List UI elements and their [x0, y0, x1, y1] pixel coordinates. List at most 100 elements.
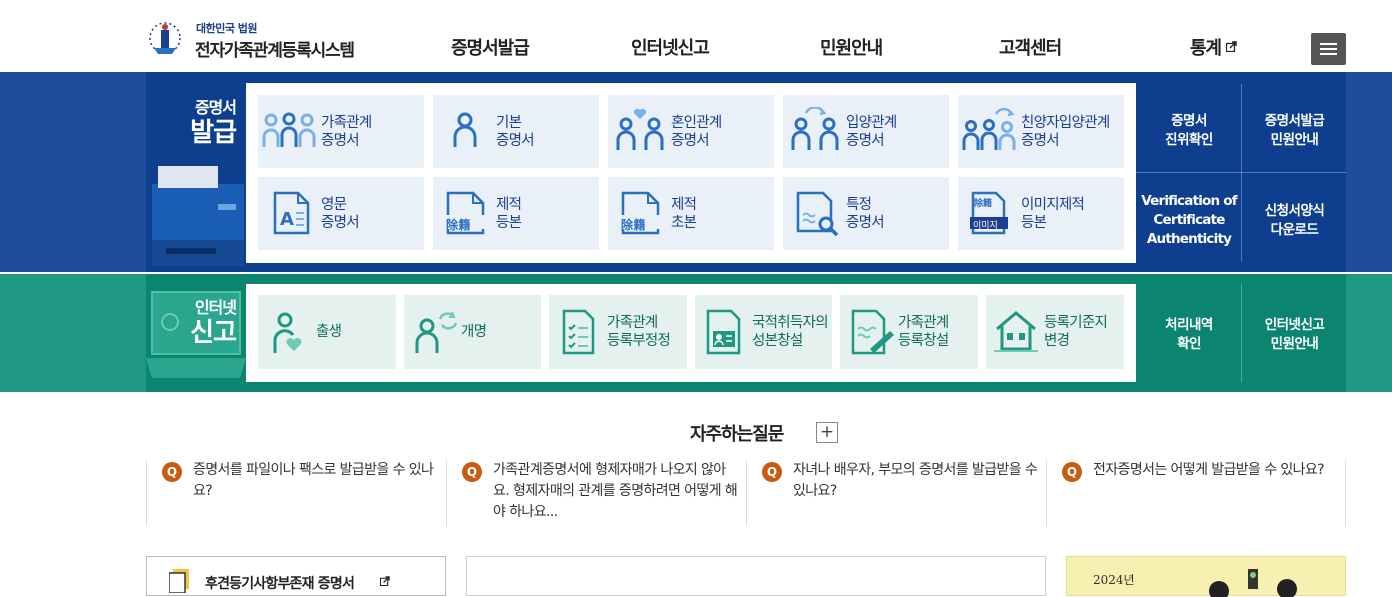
promo-banner[interactable]: 2024년 — [1066, 556, 1346, 597]
person-icon — [453, 112, 477, 147]
question-badge-icon: Q — [462, 462, 482, 482]
notice-box — [466, 556, 1046, 596]
side-divider — [1241, 284, 1242, 382]
report-section-title: 인터넷 신고 — [174, 294, 237, 348]
side-label-line1: 신청서양식 — [1264, 203, 1325, 219]
tile-label-line1: 개명 — [461, 324, 487, 340]
nav-report[interactable]: 인터넷신고 — [631, 34, 710, 60]
tile-register-creation[interactable]: 가족관계 등록창설 — [840, 295, 978, 369]
tile-removal-extract[interactable]: 除籍 제적 초본 — [608, 177, 774, 250]
faq-item[interactable]: Q 가족관계증명서에 형제자매가 나오지 않아요. 형제자매의 관계를 증명하려… — [446, 460, 746, 526]
side-label-line2: 민원안내 — [1270, 132, 1319, 148]
tile-label-line1: 영문 — [321, 197, 347, 213]
tile-birth[interactable]: 출생 — [258, 295, 396, 369]
link-cert-verify[interactable]: 증명서 진위확인 — [1138, 112, 1240, 150]
adoption-icon — [791, 107, 839, 150]
tile-label-line2: 증명서 — [671, 133, 710, 149]
printer-illustration-icon — [152, 166, 244, 266]
tile-naturalized-surname[interactable]: 국적취득자의 성본창설 — [695, 295, 832, 369]
tile-label-line2: 증명서 — [1021, 133, 1060, 149]
house-icon — [994, 311, 1038, 352]
character-illustration-icon — [1209, 579, 1297, 597]
birth-icon — [273, 312, 302, 353]
faq-question: 가족관계증명서에 형제자매가 나오지 않아요. 형제자매의 관계를 증명하려면 … — [493, 462, 738, 520]
link-report-guide[interactable]: 인터넷신고 민원안내 — [1243, 316, 1346, 354]
tile-family-relation[interactable]: 가족관계 증명서 — [258, 95, 424, 168]
report-title-big: 신고 — [190, 318, 237, 348]
faq-item[interactable]: Q 전자증명서는 어떻게 발급받을 수 있나요? — [1046, 460, 1346, 526]
tile-label-line1: 제적 — [496, 197, 522, 213]
court-emblem-icon — [149, 22, 181, 54]
side-label-line2: 민원안내 — [1270, 336, 1319, 352]
nav-support[interactable]: 고객센터 — [999, 34, 1062, 60]
document-icon — [169, 569, 189, 593]
tile-label-line1: 특정 — [846, 197, 872, 213]
faq-question: 증명서를 파일이나 팩스로 발급받을 수 있나요? — [193, 462, 434, 499]
removal-stamp-text: 除籍 — [621, 218, 647, 232]
report-title-small: 인터넷 — [194, 298, 237, 317]
tile-english-cert[interactable]: A 영문증명서 — [258, 177, 424, 250]
tile-register-correction[interactable]: 가족관계등록부정정 — [549, 295, 687, 369]
tile-label-line2: 등본 — [1021, 215, 1047, 231]
tile-label-line2: 증명서 — [846, 215, 885, 231]
nav-issue[interactable]: 증명서발급 — [451, 34, 530, 60]
tile-label-line2: 변경 — [1044, 333, 1070, 349]
tile-basic-cert[interactable]: 기본 증명서 — [433, 95, 599, 168]
link-form-download[interactable]: 신청서양식 다운로드 — [1243, 202, 1346, 240]
faq-item[interactable]: Q 자녀나 배우자, 부모의 증명서를 발급받을 수 있나요? — [746, 460, 1046, 526]
tile-base-change[interactable]: 등록기준지변경 — [986, 295, 1124, 369]
hamburger-menu-icon — [1320, 43, 1337, 45]
image-stamp-label: 이미지 — [973, 221, 998, 231]
faq-more-button[interactable]: + — [816, 422, 838, 443]
tile-removal-copy[interactable]: 除籍 제적 등본 — [433, 177, 599, 250]
nav-guide[interactable]: 민원안내 — [820, 34, 883, 60]
link-processing-history[interactable]: 처리내역 확인 — [1138, 316, 1240, 354]
side-divider — [1136, 172, 1346, 173]
hamburger-menu-icon — [1320, 53, 1337, 55]
link-issue-guide[interactable]: 증명서발급 민원안내 — [1243, 112, 1346, 150]
faq-item[interactable]: Q 증명서를 파일이나 팩스로 발급받을 수 있나요? — [146, 460, 446, 526]
faq-question: 자녀나 배우자, 부모의 증명서를 발급받을 수 있나요? — [793, 462, 1038, 499]
id-card-document-icon — [706, 309, 741, 355]
hamburger-menu-button[interactable] — [1311, 33, 1346, 65]
external-link-icon — [1226, 41, 1238, 53]
tile-label-line1: 혼인관계 — [671, 115, 722, 131]
report-section: 인터넷 신고 출생 개명 가족관계 등록부정정 국적취득자의 성본창설 가족관계… — [0, 274, 1392, 392]
image-stamp-top: 除籍 — [974, 199, 993, 209]
tile-marriage-relation[interactable]: 혼인관계증명서 — [608, 95, 774, 168]
tile-label-line1: 등록기준지 — [1044, 315, 1108, 331]
issue-panel: 가족관계 증명서 기본 증명서 혼인관계 증명서 입양관계 증명서 친양자입양관… — [246, 83, 1136, 263]
banner-year-text: 2024년 — [1093, 573, 1135, 587]
tile-specific-cert[interactable]: 특정증명서 — [783, 177, 949, 250]
family-adoption-icon — [962, 107, 1016, 150]
link-verification-english[interactable]: Verification of Certificate Authenticity — [1138, 192, 1240, 249]
tile-label-line1: 출생 — [316, 324, 342, 340]
nav-stats[interactable]: 통계 — [1190, 34, 1238, 60]
tile-label-line2: 등록부정정 — [607, 333, 671, 349]
external-link-icon — [380, 576, 390, 586]
issue-title-big: 발급 — [190, 118, 237, 148]
issue-title-small: 증명서 — [194, 98, 237, 117]
pen-document-icon — [851, 309, 894, 355]
side-divider — [1241, 84, 1242, 262]
guardianship-cert-box[interactable]: 후견등기사항부존재 증명서 — [146, 556, 446, 596]
document-search-icon — [796, 191, 839, 237]
tile-full-adoption-relation[interactable]: 친양자입양관계 증명서 — [958, 95, 1124, 168]
checklist-document-icon — [562, 309, 595, 355]
report-section-inner: 인터넷 신고 출생 개명 가족관계 등록부정정 국적취득자의 성본창설 가족관계… — [146, 274, 1346, 392]
tile-label-line1: 가족관계 — [898, 315, 949, 331]
family-icon — [262, 112, 316, 147]
tile-label-line2: 증명서 — [321, 215, 360, 231]
tile-adoption-relation[interactable]: 입양관계 증명서 — [783, 95, 949, 168]
tile-image-removal-copy[interactable]: 除籍 이미지 이미지제적 등본 — [958, 177, 1124, 250]
tile-label-line2: 증명서 — [846, 133, 885, 149]
tile-rename[interactable]: 개명 — [404, 295, 541, 369]
svg-text:A: A — [280, 209, 294, 230]
logo-small-text: 대한민국 법원 — [196, 22, 258, 35]
site-logo[interactable]: 대한민국 법원 전자가족관계등록시스템 — [146, 18, 376, 62]
tile-label-line1: 가족관계 — [607, 315, 658, 331]
logo-title: 전자가족관계등록시스템 — [195, 41, 355, 61]
nav-stats-label: 통계 — [1190, 38, 1222, 59]
issue-section-title: 증명서 발급 — [182, 94, 237, 148]
tile-label-line2: 증명서 — [496, 133, 535, 149]
